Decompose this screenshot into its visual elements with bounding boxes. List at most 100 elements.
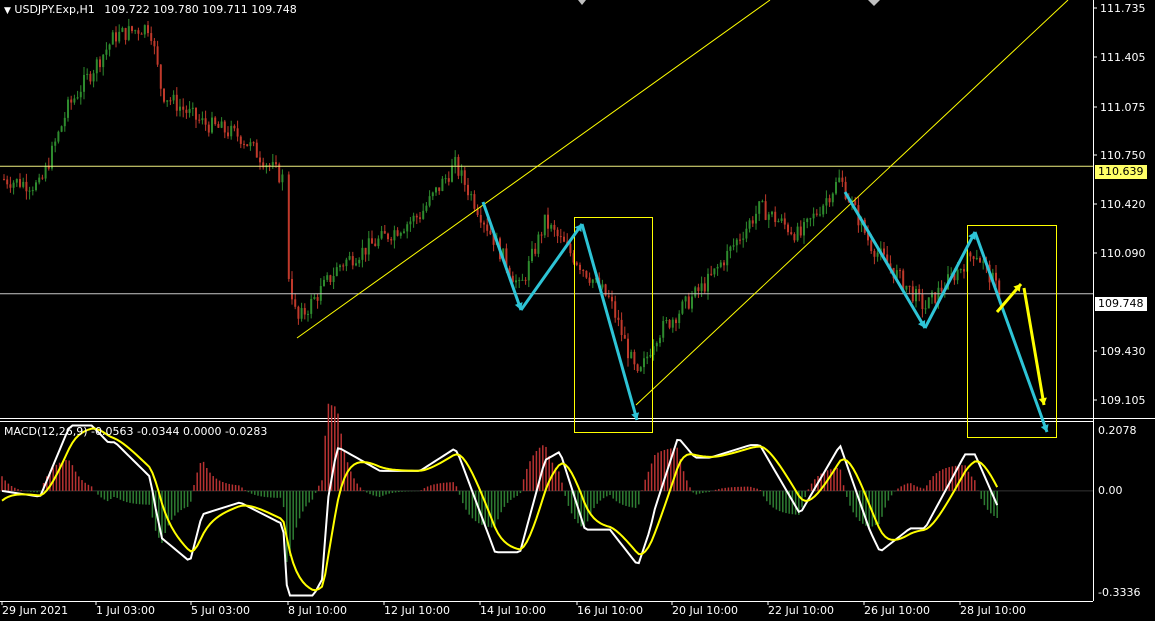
candle-body <box>73 98 76 103</box>
candle-body <box>217 124 220 128</box>
candle-body <box>153 40 156 47</box>
candle-body <box>275 162 277 165</box>
candle-body <box>51 145 53 169</box>
candle-body <box>671 319 674 328</box>
candle-body <box>649 354 652 357</box>
candle-body <box>675 319 677 324</box>
price-tick: 110.420 <box>1100 198 1146 211</box>
candle-body <box>902 270 905 290</box>
candle-body <box>214 117 217 125</box>
candle-body <box>812 213 815 219</box>
candle-body <box>307 313 309 315</box>
candle-body <box>697 287 700 292</box>
candle-body <box>799 226 802 236</box>
macd-tick: 0.2078 <box>1098 424 1137 437</box>
candle-body <box>787 224 789 233</box>
candle-body <box>796 226 799 241</box>
price-tick: 109.430 <box>1100 345 1146 358</box>
candle-body <box>758 201 761 214</box>
candle-body <box>742 238 745 240</box>
candle-body <box>483 222 485 225</box>
candle-body <box>982 261 985 263</box>
candle-body <box>927 297 930 309</box>
candle-body <box>681 301 684 314</box>
candle-body <box>348 256 351 260</box>
candle-body <box>995 272 997 281</box>
candle-body <box>246 144 249 147</box>
candle-body <box>67 99 69 118</box>
candle-body <box>745 228 748 239</box>
candle-body <box>332 275 335 283</box>
candle-body <box>486 224 489 231</box>
candle-body <box>783 218 786 225</box>
candle-body <box>582 269 585 271</box>
candle-body <box>294 299 297 307</box>
candle-body <box>451 165 453 182</box>
candle-body <box>223 121 226 133</box>
candle-body <box>44 165 47 179</box>
candle-body <box>793 234 796 241</box>
chart-header: ▼ USDJPY.Exp,H1 109.722 109.780 109.711 … <box>4 3 297 16</box>
candle-body <box>399 232 402 236</box>
candle-body <box>755 213 757 224</box>
hline-price-tag: 110.639 <box>1095 165 1147 179</box>
candle-body <box>678 313 681 324</box>
candle-body <box>22 181 25 187</box>
candle-body <box>883 248 885 255</box>
candle-body <box>905 285 908 290</box>
candle-body <box>108 44 111 50</box>
candle-body <box>425 205 428 211</box>
candle-body <box>723 262 725 266</box>
candle-body <box>422 210 425 219</box>
candle-body <box>163 88 165 102</box>
price-tick: 110.750 <box>1100 149 1146 162</box>
collapse-triangle-icon[interactable]: ▼ <box>4 6 11 16</box>
macd-tick: -0.3336 <box>1098 586 1141 599</box>
candle-body <box>620 319 623 336</box>
candle-body <box>31 190 34 192</box>
time-tick: 12 Jul 10:00 <box>384 604 450 617</box>
candle-body <box>54 141 57 146</box>
price-chart[interactable] <box>0 0 1155 621</box>
candle-body <box>707 273 709 292</box>
candle-body <box>921 293 924 309</box>
candle-body <box>63 117 66 127</box>
candle-body <box>182 106 185 110</box>
candle-body <box>841 177 844 182</box>
candle-body <box>463 170 466 185</box>
candle-body <box>809 218 812 220</box>
candle-body <box>156 46 159 65</box>
price-tick: 111.405 <box>1100 51 1146 64</box>
price-tick: 111.075 <box>1100 101 1146 114</box>
time-tick: 20 Jul 10:00 <box>672 604 738 617</box>
candle-body <box>687 296 690 309</box>
candle-body <box>383 231 386 234</box>
time-tick: 1 Jul 03:00 <box>96 604 155 617</box>
candle-body <box>460 170 463 176</box>
candle-body <box>377 238 380 247</box>
candle-body <box>3 178 5 180</box>
candle-body <box>854 200 857 206</box>
candle-body <box>435 187 437 193</box>
candle-body <box>159 64 162 89</box>
candle-body <box>105 49 108 55</box>
candle-body <box>393 230 396 241</box>
candle-body <box>780 218 783 221</box>
candle-body <box>767 214 770 220</box>
price-tick: 109.105 <box>1100 394 1146 407</box>
candle-body <box>207 124 210 133</box>
candle-body <box>137 30 140 34</box>
candle-body <box>115 32 117 42</box>
candle-body <box>518 279 521 281</box>
candle-body <box>591 279 594 283</box>
candle-body <box>220 121 223 128</box>
candle-body <box>447 178 450 182</box>
time-tick: 28 Jul 10:00 <box>960 604 1026 617</box>
candle-body <box>140 33 143 35</box>
candle-body <box>563 236 565 242</box>
candle-body <box>211 117 213 133</box>
candle-body <box>716 266 719 269</box>
candle-body <box>351 256 354 266</box>
ohlc-label: 109.722 109.780 109.711 109.748 <box>104 3 297 16</box>
candle-body <box>367 238 370 255</box>
